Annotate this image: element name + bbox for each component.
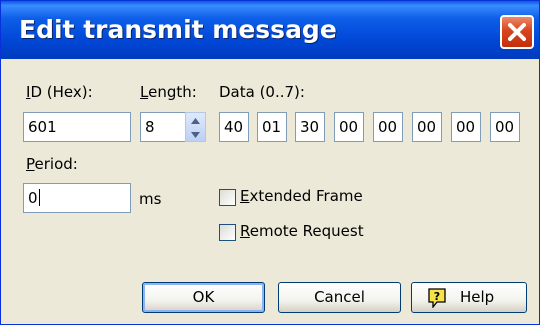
data-byte-6[interactable]: 00 <box>451 112 481 142</box>
data-byte-2[interactable]: 30 <box>295 112 325 142</box>
data-byte-3[interactable]: 00 <box>334 112 364 142</box>
extended-frame-label[interactable]: Extended Frame <box>240 187 363 205</box>
close-button[interactable] <box>500 15 534 49</box>
data-byte-5[interactable]: 00 <box>412 112 442 142</box>
close-icon <box>508 23 526 41</box>
spin-up-button[interactable] <box>186 113 205 127</box>
period-value: 0 <box>28 189 38 207</box>
arrow-up-icon <box>191 118 200 124</box>
help-button[interactable]: ? Help <box>411 282 527 313</box>
remote-request-label[interactable]: Remote Request <box>240 222 364 240</box>
data-byte-0[interactable]: 40 <box>219 112 249 142</box>
length-input[interactable]: 8 <box>140 112 186 142</box>
remote-request-checkbox[interactable] <box>219 224 236 241</box>
help-icon: ? <box>428 288 446 309</box>
text-caret <box>38 189 40 206</box>
title-bar[interactable]: Edit transmit message <box>1 1 539 59</box>
length-label: Length: <box>140 83 197 101</box>
spin-down-button[interactable] <box>186 127 205 141</box>
edit-transmit-message-dialog: Edit transmit message ID (Hex): 601 Leng… <box>0 0 540 325</box>
data-label: Data (0..7): <box>219 83 305 101</box>
extended-frame-checkbox[interactable] <box>219 189 236 206</box>
data-byte-4[interactable]: 00 <box>373 112 403 142</box>
id-input[interactable]: 601 <box>23 112 131 142</box>
dialog-title: Edit transmit message <box>19 15 337 44</box>
period-label: Period: <box>26 155 78 173</box>
length-spinner[interactable] <box>185 112 206 142</box>
id-label: ID (Hex): <box>26 83 93 101</box>
ok-button[interactable]: OK <box>142 282 265 313</box>
svg-text:?: ? <box>434 290 440 303</box>
period-unit-label: ms <box>139 190 162 208</box>
arrow-down-icon <box>191 132 200 138</box>
help-label: Help <box>460 288 495 306</box>
data-byte-1[interactable]: 01 <box>257 112 287 142</box>
data-byte-7[interactable]: 00 <box>490 112 520 142</box>
period-input[interactable]: 0 <box>23 183 131 213</box>
cancel-button[interactable]: Cancel <box>278 282 401 313</box>
